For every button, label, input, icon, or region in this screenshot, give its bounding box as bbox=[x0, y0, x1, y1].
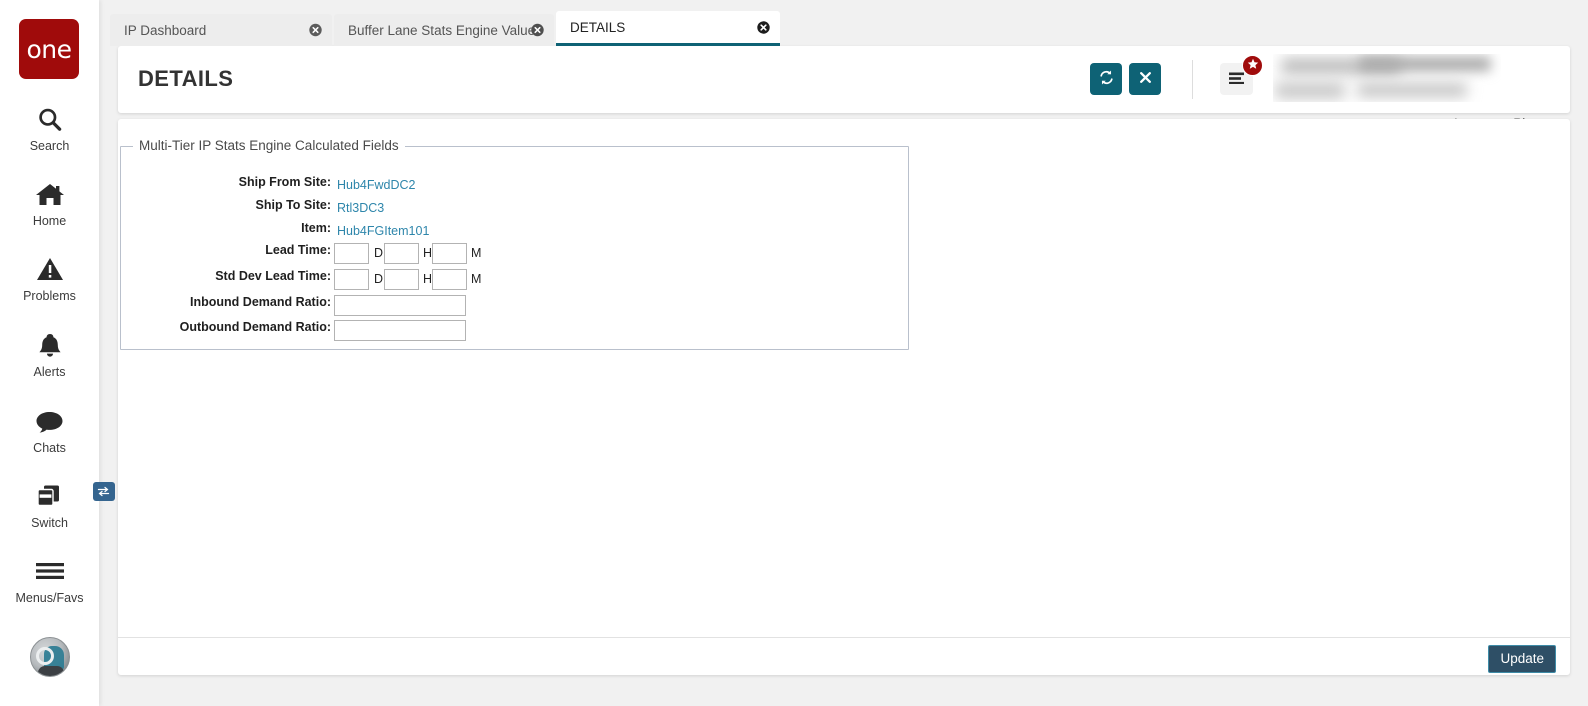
sidebar-label-alerts: Alerts bbox=[33, 365, 66, 379]
star-icon bbox=[1247, 57, 1259, 75]
close-button[interactable] bbox=[1129, 63, 1161, 95]
sidebar-label-chats: Chats bbox=[33, 441, 66, 455]
sidebar-label-problems: Problems bbox=[23, 289, 76, 303]
tab-buffer-lane-stats-engine-values[interactable]: Buffer Lane Stats Engine Values bbox=[334, 14, 554, 46]
swap-arrows-icon[interactable] bbox=[92, 482, 115, 501]
sidebar-label-home: Home bbox=[32, 214, 67, 228]
lead-time-hours-unit: H bbox=[423, 246, 433, 260]
update-button[interactable]: Update bbox=[1488, 645, 1556, 673]
field-label: Std Dev Lead Time: bbox=[215, 269, 331, 283]
item-link[interactable]: Hub4FGItem101 bbox=[337, 224, 429, 238]
logo-text: one bbox=[26, 34, 72, 64]
tab-strip: IP Dashboard Buffer Lane Stats Engine Va… bbox=[110, 11, 782, 46]
sidebar-item-chats[interactable]: Chats bbox=[0, 404, 99, 455]
lead-time-minutes-input[interactable] bbox=[432, 242, 467, 264]
field-label: Lead Time: bbox=[265, 243, 331, 257]
lead-time-minutes-unit: M bbox=[471, 246, 482, 260]
sidebar-label-switch: Switch bbox=[31, 516, 68, 530]
field-label-wrap: Lead Time: bbox=[121, 243, 331, 263]
refresh-icon bbox=[1098, 69, 1115, 89]
tab-label: Buffer Lane Stats Engine Values bbox=[348, 22, 542, 38]
blur-blob bbox=[1357, 83, 1467, 97]
ship-to-site-link[interactable]: Rtl3DC3 bbox=[337, 201, 384, 215]
field-row-ship-from-site: Ship From Site: Hub4FwdDC2 bbox=[121, 175, 821, 195]
field-row-inbound-demand-ratio: Inbound Demand Ratio: bbox=[121, 294, 821, 316]
std-dev-lead-time-hours-input[interactable] bbox=[384, 268, 419, 290]
field-label-wrap: Ship From Site: bbox=[121, 175, 331, 195]
warning-triangle-icon bbox=[36, 252, 64, 286]
chat-bubble-icon bbox=[35, 404, 64, 438]
std-dev-minutes-unit: M bbox=[471, 272, 482, 286]
field-label: Ship To Site: bbox=[255, 198, 331, 212]
avatar-body-shape bbox=[38, 666, 64, 676]
field-row-outbound-demand-ratio: Outbound Demand Ratio: bbox=[121, 319, 821, 341]
sidebar-item-problems[interactable]: Problems bbox=[0, 252, 99, 303]
refresh-button[interactable] bbox=[1090, 63, 1122, 95]
sidebar-item-home[interactable]: Home bbox=[0, 177, 99, 228]
std-dev-hours-unit: H bbox=[423, 272, 433, 286]
hamburger-icon bbox=[33, 554, 67, 588]
field-label-wrap: Std Dev Lead Time: bbox=[121, 269, 331, 289]
bell-icon bbox=[37, 328, 63, 362]
tab-label: IP Dashboard bbox=[124, 22, 207, 38]
sidebar-label-menus-favs: Menus/Favs bbox=[15, 591, 84, 605]
field-label-wrap: Outbound Demand Ratio: bbox=[121, 320, 331, 340]
inbound-demand-ratio-input[interactable] bbox=[334, 294, 466, 316]
field-row-std-dev-lead-time: Std Dev Lead Time: D H M bbox=[121, 268, 821, 290]
content-card: Multi-Tier IP Stats Engine Calculated Fi… bbox=[118, 119, 1570, 675]
sidebar-item-menus-favs[interactable]: Menus/Favs bbox=[0, 554, 99, 605]
tab-label: DETAILS bbox=[570, 19, 626, 35]
blur-blob bbox=[1359, 57, 1491, 71]
hamburger-icon bbox=[1228, 71, 1245, 87]
std-dev-lead-time-days-input[interactable] bbox=[334, 268, 369, 290]
sidebar-item-search[interactable]: Search bbox=[0, 102, 99, 153]
close-circle-icon[interactable] bbox=[309, 23, 322, 37]
sidebar-item-alerts[interactable]: Alerts bbox=[0, 328, 99, 379]
field-label: Inbound Demand Ratio: bbox=[190, 295, 331, 309]
app-root: one Search Home Problems Alerts Chats Sw… bbox=[0, 0, 1588, 706]
user-avatar-icon[interactable] bbox=[30, 637, 70, 677]
blur-blob bbox=[1275, 82, 1345, 99]
content-body: Multi-Tier IP Stats Engine Calculated Fi… bbox=[118, 119, 1570, 637]
app-logo[interactable]: one bbox=[19, 19, 79, 79]
left-sidebar: one Search Home Problems Alerts Chats Sw… bbox=[0, 0, 115, 706]
field-label: Outbound Demand Ratio: bbox=[179, 320, 331, 334]
tab-ip-dashboard[interactable]: IP Dashboard bbox=[110, 14, 332, 46]
footer-divider bbox=[118, 637, 1570, 638]
outbound-demand-ratio-input[interactable] bbox=[334, 319, 466, 341]
page-header: DETAILS Invent bbox=[118, 46, 1570, 131]
avatar-ring-shape bbox=[36, 647, 54, 665]
sidebar-item-switch[interactable]: Switch bbox=[0, 479, 115, 530]
field-label: Item: bbox=[301, 221, 331, 235]
search-icon bbox=[36, 102, 63, 136]
windows-stack-icon bbox=[35, 479, 115, 513]
lead-time-days-input[interactable] bbox=[334, 242, 369, 264]
field-row-lead-time: Lead Time: D H M bbox=[121, 242, 821, 264]
std-dev-lead-time-minutes-input[interactable] bbox=[432, 268, 467, 290]
calculated-fields-fieldset: Multi-Tier IP Stats Engine Calculated Fi… bbox=[120, 138, 909, 350]
favorites-badge[interactable] bbox=[1242, 55, 1263, 76]
user-identity-blurred bbox=[1273, 54, 1501, 102]
ship-from-site-link[interactable]: Hub4FwdDC2 bbox=[337, 178, 416, 192]
close-circle-icon[interactable] bbox=[757, 20, 770, 34]
field-label: Ship From Site: bbox=[238, 175, 331, 189]
std-dev-days-unit: D bbox=[374, 272, 384, 286]
field-label-wrap: Ship To Site: bbox=[121, 198, 331, 218]
fieldset-legend: Multi-Tier IP Stats Engine Calculated Fi… bbox=[133, 138, 405, 153]
field-row-item: Item: Hub4FGItem101 bbox=[121, 221, 821, 241]
page-title: DETAILS bbox=[138, 66, 234, 91]
field-label-wrap: Inbound Demand Ratio: bbox=[121, 295, 331, 315]
header-divider bbox=[1192, 60, 1193, 99]
lead-time-days-unit: D bbox=[374, 246, 384, 260]
field-row-ship-to-site: Ship To Site: Rtl3DC3 bbox=[121, 198, 821, 218]
tab-details[interactable]: DETAILS bbox=[556, 11, 780, 46]
x-icon bbox=[1138, 70, 1153, 88]
home-icon bbox=[35, 177, 65, 211]
sidebar-label-search: Search bbox=[29, 139, 70, 153]
field-label-wrap: Item: bbox=[121, 221, 331, 241]
close-circle-icon[interactable] bbox=[531, 23, 544, 37]
lead-time-hours-input[interactable] bbox=[384, 242, 419, 264]
